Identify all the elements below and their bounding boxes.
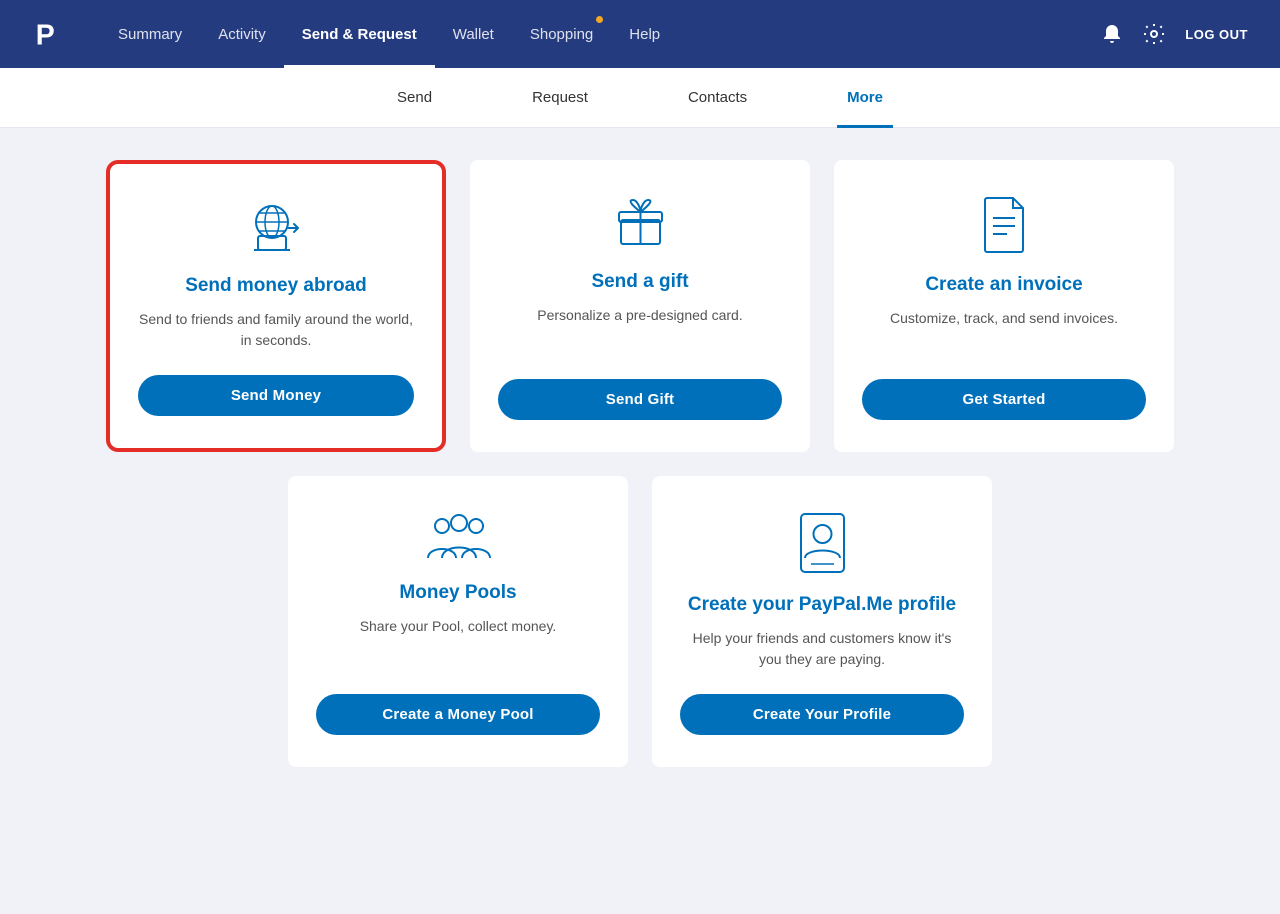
profile-card-icon [795,512,850,574]
card-title-send-abroad: Send money abroad [185,275,367,297]
send-gift-button[interactable]: Send Gift [498,379,782,420]
sub-nav-send[interactable]: Send [387,68,442,128]
nav-links: Summary Activity Send & Request Wallet S… [100,0,1101,68]
nav-right-actions: LOG OUT [1101,23,1248,45]
sub-nav: Send Request Contacts More [0,68,1280,128]
paypal-logo[interactable]: P [32,16,68,52]
send-money-button[interactable]: Send Money [138,375,414,416]
nav-link-summary[interactable]: Summary [100,0,200,68]
nav-link-help[interactable]: Help [611,0,678,68]
top-nav: P Summary Activity Send & Request Wallet… [0,0,1280,68]
logout-button[interactable]: LOG OUT [1185,27,1248,42]
globe-money-icon [246,200,306,255]
gear-icon [1143,23,1165,45]
cards-row-bottom: Money Pools Share your Pool, collect mon… [80,476,1200,767]
create-money-pool-button[interactable]: Create a Money Pool [316,694,600,735]
sub-nav-more[interactable]: More [837,68,893,128]
card-title-money-pools: Money Pools [399,582,516,604]
nav-link-send-request[interactable]: Send & Request [284,0,435,68]
nav-link-shopping[interactable]: Shopping [512,0,611,68]
people-group-icon [426,512,491,562]
card-desc-send-abroad: Send to friends and family around the wo… [138,309,414,351]
get-started-button[interactable]: Get Started [862,379,1146,420]
settings-button[interactable] [1143,23,1165,45]
card-paypal-me: Create your PayPal.Me profile Help your … [652,476,992,767]
card-title-gift: Send a gift [591,271,688,293]
svg-text:P: P [36,19,55,51]
gift-icon [613,196,668,251]
nav-link-activity[interactable]: Activity [200,0,284,68]
card-send-money-abroad: Send money abroad Send to friends and fa… [106,160,446,452]
card-money-pools: Money Pools Share your Pool, collect mon… [288,476,628,767]
bell-icon [1101,23,1123,45]
create-profile-button[interactable]: Create Your Profile [680,694,964,735]
card-desc-invoice: Customize, track, and send invoices. [890,308,1118,355]
sub-nav-request[interactable]: Request [522,68,598,128]
page-content: Send money abroad Send to friends and fa… [0,128,1280,914]
card-send-gift: Send a gift Personalize a pre-designed c… [470,160,810,452]
card-title-invoice: Create an invoice [925,274,1082,296]
card-desc-paypal-me: Help your friends and customers know it'… [680,628,964,670]
nav-link-wallet[interactable]: Wallet [435,0,512,68]
invoice-icon [979,196,1029,254]
shopping-dot [596,16,603,23]
card-title-paypal-me: Create your PayPal.Me profile [688,594,956,616]
card-create-invoice: Create an invoice Customize, track, and … [834,160,1174,452]
notifications-button[interactable] [1101,23,1123,45]
card-desc-money-pools: Share your Pool, collect money. [360,616,557,670]
sub-nav-contacts[interactable]: Contacts [678,68,757,128]
card-desc-gift: Personalize a pre-designed card. [537,305,742,355]
cards-row-top: Send money abroad Send to friends and fa… [80,160,1200,452]
